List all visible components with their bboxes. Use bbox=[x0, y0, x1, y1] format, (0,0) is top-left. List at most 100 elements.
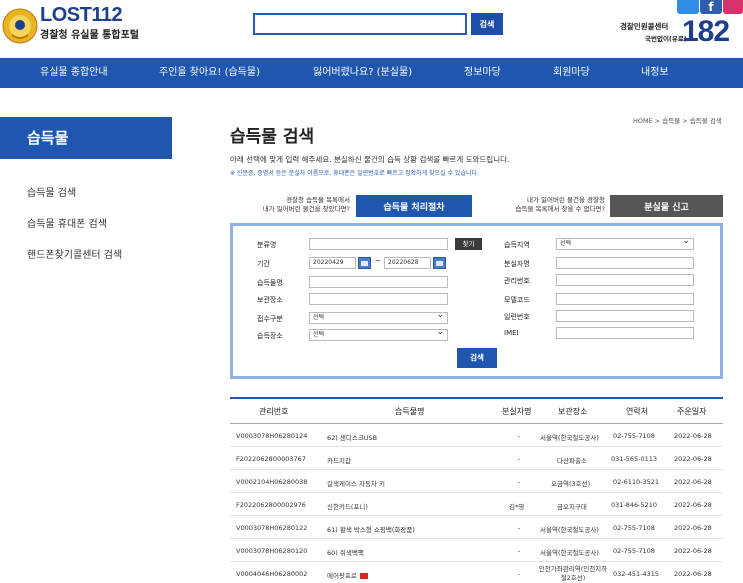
cell-owner: - bbox=[518, 478, 521, 486]
table-row[interactable]: V0003078H06280122 61) 황색 박스형 쇼핑백(화장품) - … bbox=[230, 516, 723, 539]
logo-title[interactable]: LOST112 bbox=[40, 4, 123, 27]
loser-name-input[interactable] bbox=[556, 257, 694, 269]
cell-phone: 032-451-4315 bbox=[613, 570, 660, 578]
category-label: 분류명 bbox=[257, 241, 277, 249]
cell-manage-no[interactable]: F2022062800003767 bbox=[236, 455, 306, 463]
breadcrumb: HOME > 습득물 > 습득물 검색 bbox=[633, 117, 722, 125]
cell-date: 2022-06-28 bbox=[674, 547, 712, 555]
cell-item-name[interactable]: 신한카드(포니) bbox=[327, 501, 368, 511]
nav-item-guide[interactable]: 유실물 종합안내 bbox=[40, 58, 108, 88]
found-region-select[interactable]: 선택 bbox=[556, 238, 694, 250]
col-date: 주운일자 bbox=[677, 407, 707, 416]
category-find-button[interactable]: 찾기 bbox=[455, 238, 482, 250]
cell-storage: 금오지구대 bbox=[557, 503, 587, 511]
logo-subtitle[interactable]: 경찰청 유실물 통합포털 bbox=[40, 26, 139, 41]
cell-storage: 다산파출소 bbox=[557, 457, 587, 465]
cell-phone: 02-755-7108 bbox=[613, 432, 655, 440]
date-to-input[interactable]: 20220628 bbox=[384, 257, 431, 269]
cell-storage: 인천가좌관리역(인천지하철2호선) bbox=[538, 565, 608, 582]
serial-no-input[interactable] bbox=[556, 310, 694, 322]
info-right: 내가 잃어버린 물건을 경찰청 습득물 목록에서 찾을 수 없다면? bbox=[490, 196, 605, 214]
col-item-name: 습득물명 bbox=[395, 407, 425, 416]
process-button[interactable]: 습득물 처리절차 bbox=[356, 195, 472, 217]
manage-no-input[interactable] bbox=[556, 274, 694, 286]
nav-item-lost[interactable]: 잃어버렸나요? (분실물) bbox=[313, 58, 412, 88]
category-input[interactable] bbox=[309, 238, 448, 250]
cell-owner: 김*영 bbox=[509, 503, 525, 511]
serial-no-label: 일련번호 bbox=[504, 313, 530, 321]
info-right-line1: 내가 잃어버린 물건을 경찰청 bbox=[527, 196, 605, 204]
cell-owner: - bbox=[518, 524, 521, 532]
report-lost-button[interactable]: 분실물 신고 bbox=[610, 195, 723, 217]
col-manage-no: 관리번호 bbox=[259, 407, 289, 416]
table-row[interactable]: V0003078H06280120 60) 쥐색백팩 - 서울역(한국철도공사)… bbox=[230, 539, 723, 562]
found-region-label: 습득지역 bbox=[504, 241, 530, 249]
cell-manage-no[interactable]: V0002104H06280038 bbox=[236, 478, 307, 486]
date-from-input[interactable]: 20220429 bbox=[309, 257, 356, 269]
found-place-label: 습득장소 bbox=[257, 332, 283, 340]
sidebar-title: 습득물 bbox=[0, 117, 172, 159]
header-search-input[interactable] bbox=[253, 13, 467, 35]
cell-item-name-text[interactable]: 에어팟프로 bbox=[327, 572, 357, 580]
call-center-title: 경찰민원콜센터 bbox=[620, 22, 669, 31]
imei-label: IMEI bbox=[504, 329, 519, 337]
cell-item-name[interactable]: 60) 쥐색백팩 bbox=[327, 547, 364, 557]
cell-manage-no[interactable]: F2022062800002976 bbox=[236, 501, 306, 509]
header-search-button[interactable]: 검색 bbox=[471, 13, 503, 35]
calendar-to-icon[interactable] bbox=[433, 257, 446, 269]
sidebar-item-phone-search[interactable]: 습득물 휴대폰 검색 bbox=[27, 215, 107, 230]
facebook-icon[interactable]: f bbox=[700, 0, 722, 14]
info-left-line2: 내가 잃어버린 물건을 찾았다면? bbox=[262, 205, 350, 213]
found-place-select[interactable]: 선택 bbox=[309, 329, 448, 341]
cell-item-name[interactable]: 갈색케이스 자동차 키 bbox=[327, 478, 385, 488]
cell-owner: - bbox=[518, 455, 521, 463]
cell-storage: 서울역(한국철도공사) bbox=[540, 526, 599, 534]
twitter-icon[interactable] bbox=[677, 0, 699, 14]
nav-item-found[interactable]: 주인을 찾아요! (습득물) bbox=[159, 58, 260, 88]
table-row[interactable]: F2022062800002976 신한카드(포니) 김*영 금오지구대 031… bbox=[230, 493, 723, 516]
table-row[interactable]: F2022062800003767 카드지갑 - 다산파출소 031-565-0… bbox=[230, 447, 723, 470]
page-title: 습득물 검색 bbox=[230, 127, 315, 147]
sidebar-item-found-search[interactable]: 습득물 검색 bbox=[27, 184, 76, 199]
receipt-type-select[interactable]: 선택 bbox=[309, 312, 448, 324]
nav-item-info[interactable]: 정보마당 bbox=[464, 58, 501, 88]
cell-item-name[interactable]: 카드지갑 bbox=[327, 455, 351, 465]
storage-input[interactable] bbox=[309, 293, 448, 305]
cell-item-name[interactable]: 에어팟프로 bbox=[327, 570, 368, 580]
date-separator: ~ bbox=[375, 257, 381, 265]
cell-date: 2022-06-28 bbox=[674, 455, 712, 463]
info-left: 경찰청 습득물 목록에서 내가 잃어버린 물건을 찾았다면? bbox=[240, 196, 350, 214]
item-name-input[interactable] bbox=[309, 276, 448, 288]
form-search-button[interactable]: 검색 bbox=[457, 348, 497, 368]
site-header: LOST112 경찰청 유실물 통합포털 검색 f 경찰민원콜센터 국번없이(유… bbox=[0, 0, 743, 58]
imei-input[interactable] bbox=[556, 327, 694, 339]
call-center-number: 182 bbox=[682, 15, 730, 48]
cell-manage-no[interactable]: V0003078H06280122 bbox=[236, 524, 307, 532]
cell-manage-no[interactable]: V0004046H06280002 bbox=[236, 570, 307, 578]
sidebar-item-callcenter-search[interactable]: 핸드폰찾기콜센터 검색 bbox=[27, 246, 122, 261]
instagram-icon[interactable] bbox=[723, 0, 743, 14]
info-left-line1: 경찰청 습득물 목록에서 bbox=[286, 196, 350, 204]
nav-item-myinfo[interactable]: 내정보 bbox=[641, 58, 669, 88]
page-note: ※ 신분증, 증명서 등은 분실자 이름으로, 휴대폰은 일련번호로 빠르고 정… bbox=[230, 170, 479, 177]
page-description: 아래 선택에 맞게 입력 해주세요. 분실하신 물건의 습득 상황 검색을 빠르… bbox=[230, 155, 510, 164]
calendar-from-icon[interactable] bbox=[358, 257, 371, 269]
cell-item-name[interactable]: 62) 샌디스크USB bbox=[327, 432, 377, 442]
police-emblem-icon[interactable] bbox=[2, 8, 38, 44]
cell-manage-no[interactable]: V0003078H06280120 bbox=[236, 547, 307, 555]
table-row[interactable]: V0002104H06280038 갈색케이스 자동차 키 - 오금역(3호선)… bbox=[230, 470, 723, 493]
table-row[interactable]: V0004046H06280002 에어팟프로 - 인천가좌관리역(인천지하철2… bbox=[230, 562, 723, 583]
cell-storage: 서울역(한국철도공사) bbox=[540, 434, 599, 442]
cell-owner: - bbox=[518, 432, 521, 440]
model-code-input[interactable] bbox=[556, 293, 694, 305]
table-row[interactable]: V0003078H06280124 62) 샌디스크USB - 서울역(한국철도… bbox=[230, 424, 723, 447]
cell-storage: 오금역(3호선) bbox=[551, 480, 591, 488]
manage-no-label: 관리번호 bbox=[504, 277, 530, 285]
period-label: 기간 bbox=[257, 260, 270, 268]
cell-manage-no[interactable]: V0003078H06280124 bbox=[236, 432, 307, 440]
model-code-label: 모델코드 bbox=[504, 296, 530, 304]
cell-phone: 031-846-5210 bbox=[611, 501, 658, 509]
cell-item-name[interactable]: 61) 황색 박스형 쇼핑백(화장품) bbox=[327, 524, 415, 534]
nav-item-member[interactable]: 회원마당 bbox=[553, 58, 590, 88]
cell-storage: 서울역(한국철도공사) bbox=[540, 549, 599, 557]
